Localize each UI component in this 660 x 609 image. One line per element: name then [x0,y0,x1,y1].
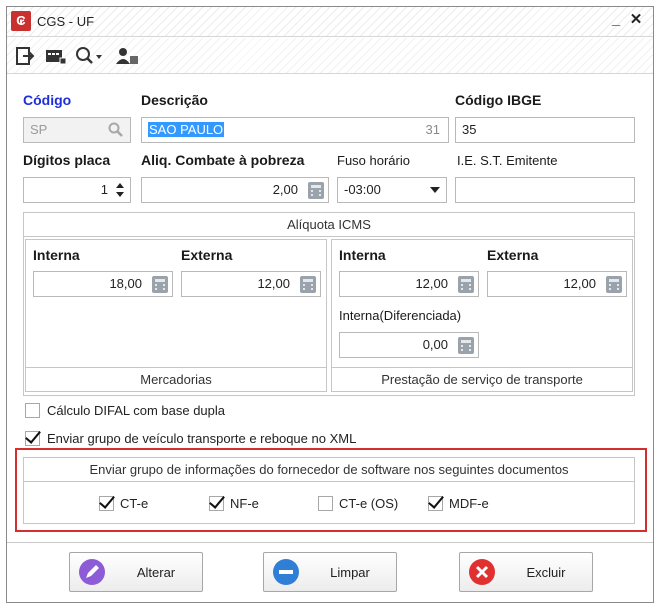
app-logo-icon: ₢ [11,11,31,31]
aliq-pobreza-label: Aliq. Combate à pobreza [141,152,305,168]
calculator-icon[interactable] [308,182,324,199]
excluir-label: Excluir [526,565,566,580]
ibge-label: Código IBGE [455,92,542,108]
iest-field[interactable] [455,177,635,203]
alterar-button[interactable]: Alterar [69,552,203,592]
veiculo-checkbox-label: Enviar grupo de veículo transporte e reb… [47,431,357,446]
descricao-field[interactable]: SAO PAULO 31 [141,117,449,143]
cte-checkbox-label: CT-e [120,496,149,511]
calculator-icon[interactable] [300,276,316,293]
aliq-pobreza-value: 2,00 [272,182,298,197]
cte-checkbox[interactable] [99,496,114,511]
merc-externa-field[interactable]: 12,00 [181,271,321,297]
limpar-label: Limpar [330,565,370,580]
codigo-field[interactable]: SP [23,117,131,143]
minus-icon [273,559,299,585]
title-bar: ₢ CGS - UF _ ✕ [7,7,653,37]
window-title: CGS - UF [37,14,95,29]
close-button[interactable]: ✕ [627,11,645,29]
software-group-title: Enviar grupo de informações do fornecedo… [24,458,634,482]
digitos-label: Dígitos placa [23,152,111,168]
minimize-button[interactable]: _ [607,11,625,29]
uf-window: ₢ CGS - UF _ ✕ Código Descrição Código I… [6,6,654,603]
merc-interna-value: 18,00 [109,276,142,291]
ibge-field[interactable]: 35 [455,117,635,143]
search-icon[interactable] [75,46,103,66]
transp-interna-label: Interna [339,247,386,263]
software-group: Enviar grupo de informações do fornecedo… [23,457,635,524]
digitos-stepper[interactable]: 1 [23,177,131,203]
user-icon[interactable] [115,46,139,66]
transp-interna-field[interactable]: 12,00 [339,271,479,297]
calculator-icon[interactable] [152,276,168,293]
export-icon[interactable] [15,46,35,66]
codigo-value: SP [30,122,48,137]
transp-dif-field[interactable]: 0,00 [339,332,479,358]
fuso-select[interactable]: -03:00 [337,177,447,203]
transp-dif-label: Interna(Diferenciada) [339,308,462,323]
merc-interna-field[interactable]: 18,00 [33,271,173,297]
aliq-pobreza-field[interactable]: 2,00 [141,177,329,203]
transp-interna-value: 12,00 [415,276,448,291]
fuso-value: -03:00 [344,182,381,197]
iest-label: I.E. S.T. Emitente [457,153,558,168]
nfe-checkbox-label: NF-e [230,496,259,511]
cte-os-checkbox-label: CT-e (OS) [339,496,399,511]
digitos-value: 1 [100,182,108,197]
fuso-label: Fuso horário [337,153,410,168]
card-icon[interactable] [45,46,67,66]
divider [7,542,653,543]
transp-dif-value: 0,00 [422,337,448,352]
mdfe-checkbox[interactable] [428,496,443,511]
toolbar [7,38,653,74]
delete-icon [469,559,495,585]
descricao-counter: 31 [425,122,440,137]
calculator-icon[interactable] [606,276,622,293]
merc-externa-value: 12,00 [257,276,290,291]
search-icon[interactable] [108,122,124,138]
limpar-button[interactable]: Limpar [263,552,397,592]
calculator-icon[interactable] [458,337,474,354]
edit-icon [79,559,105,585]
ibge-value: 35 [462,122,477,137]
merc-interna-label: Interna [33,247,80,263]
descricao-value: SAO PAULO [148,122,225,137]
merc-externa-label: Externa [181,247,233,263]
alterar-label: Alterar [136,565,176,580]
mercadorias-footer: Mercadorias [26,367,326,391]
veiculo-checkbox[interactable] [25,431,40,446]
cte-os-checkbox[interactable] [318,496,333,511]
chevron-down-icon [430,187,440,193]
icms-group-title: Alíquota ICMS [24,213,634,237]
spin-arrows-icon[interactable] [114,181,126,199]
transp-externa-value: 12,00 [563,276,596,291]
descricao-label: Descrição [141,92,208,108]
transp-externa-label: Externa [487,247,539,263]
calculator-icon[interactable] [458,276,474,293]
excluir-button[interactable]: Excluir [459,552,593,592]
difal-checkbox[interactable] [25,403,40,418]
transporte-footer: Prestação de serviço de transporte [332,367,632,391]
difal-checkbox-label: Cálculo DIFAL com base dupla [47,403,226,418]
codigo-label: Código [23,92,72,108]
mdfe-checkbox-label: MDF-e [449,496,489,511]
nfe-checkbox[interactable] [209,496,224,511]
transp-externa-field[interactable]: 12,00 [487,271,627,297]
